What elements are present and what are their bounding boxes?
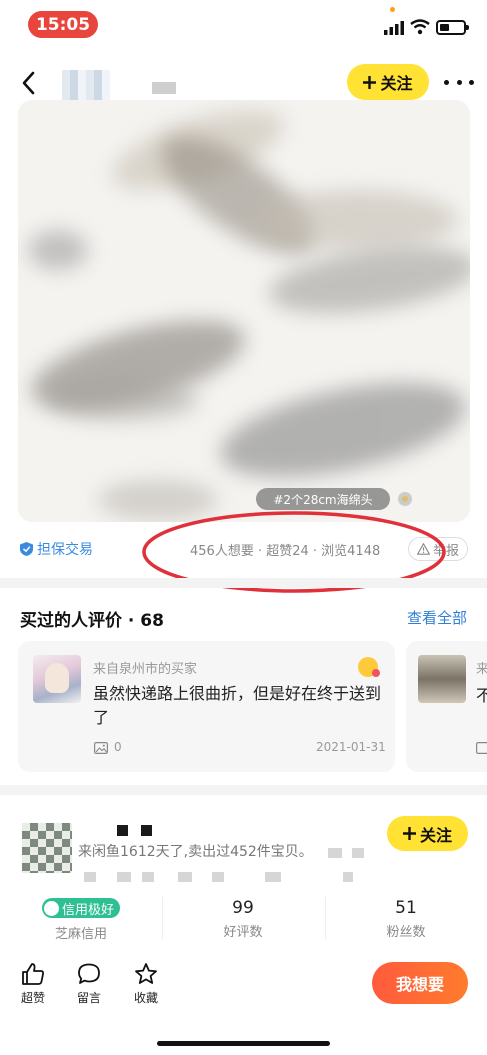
want-button[interactable]: 我想要 [372,962,468,1004]
redacted-block [265,872,281,882]
good-reviews-count: 99 [232,898,254,918]
image-icon [94,742,108,754]
sesame-credit-icon [43,900,59,916]
fans-stat[interactable]: 51 粉丝数 [325,898,487,940]
shield-icon [20,542,33,556]
plus-icon [402,827,416,840]
good-reviews-stat[interactable]: 99 好评数 [162,898,324,940]
thumbs-up-icon [22,963,44,985]
redacted-block [343,872,353,882]
reviewer-location: 来自泉州市的买家 [93,662,198,677]
more-options-icon[interactable] [444,72,474,92]
status-bar: 15:05 [0,0,487,48]
section-divider [0,578,487,588]
image-icon [476,742,487,754]
back-arrow-icon[interactable] [14,68,42,98]
redacted-block [212,872,224,882]
seller-avatar[interactable] [22,823,72,873]
good-reviews-label: 好评数 [223,925,263,940]
review-date: 2021-01-31 [316,740,386,754]
comment-label: 留言 [76,991,101,1005]
redacted-block [178,872,192,882]
comment-button[interactable]: 留言 [69,962,109,1006]
product-image[interactable] [18,100,470,522]
status-time: 15:05 [28,11,98,38]
review-image-count: 0 [114,740,122,754]
guarantee-badge[interactable]: 担保交易 [20,539,93,559]
reviewer-location: 来 [476,662,487,677]
seller-name-redacted [117,825,128,836]
favorite-button[interactable]: 收藏 [126,962,166,1006]
credit-source: 芝麻信用 [54,926,107,942]
like-button[interactable]: 超赞 [13,962,53,1006]
fans-label: 粉丝数 [386,925,426,940]
star-icon [135,963,157,984]
review-text: 虽然快递路上很曲折，但是好在终于送到了 [93,684,382,727]
fans-count: 51 [395,898,417,918]
follow-seller-button[interactable]: 关注 [387,816,468,851]
home-indicator [157,1041,330,1046]
credit-badge: 信用极好 [41,898,120,918]
wifi-icon [410,19,430,35]
redacted-block [142,872,154,882]
section-divider [0,785,487,795]
comment-bubble-icon [78,963,100,984]
credit-stat[interactable]: 信用极好 芝麻信用 [0,898,162,942]
seller-avatar-blurred[interactable] [62,70,110,104]
plus-icon [363,75,377,89]
image-tag[interactable]: #2个28cm海绵头 [256,488,390,510]
reviewer-avatar [33,655,81,703]
image-tag-dot-icon [398,492,412,506]
view-all-link[interactable]: 查看全部 [407,607,467,628]
redacted-block [328,848,342,858]
review-text: 不 [476,686,487,705]
redacted-block [117,872,131,882]
cellular-signal-icon [384,21,404,35]
review-card[interactable]: 来自泉州市的买家 虽然快递路上很曲折，但是好在终于送到了 0 2021-01-3… [18,641,395,772]
follow-button[interactable]: 关注 [347,64,429,100]
battery-icon [436,20,469,35]
redacted-block [352,848,364,858]
seller-description: 来闲鱼1612天了,卖出过452件宝贝。 [78,844,313,860]
reviewer-avatar [418,655,466,703]
guarantee-label: 担保交易 [37,542,93,558]
like-label: 超赞 [20,991,45,1005]
seller-name-blurred [152,82,176,94]
seller-name-redacted [141,825,152,836]
review-card[interactable]: 来 不 [406,641,487,772]
redacted-block [84,872,96,882]
favorite-label: 收藏 [133,991,158,1005]
privacy-indicator-dot [390,7,395,12]
follow-seller-label: 关注 [419,825,452,845]
follow-button-label: 关注 [380,74,413,93]
kiss-emoji-icon [358,657,380,677]
credit-badge-label: 信用极好 [61,902,114,918]
reviews-title: 买过的人评价 · 68 [20,611,164,631]
